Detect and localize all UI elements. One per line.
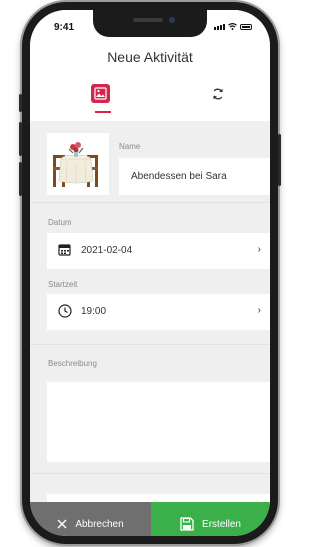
dinner-table-image bbox=[53, 142, 98, 187]
chevron-right-icon: › bbox=[257, 305, 261, 316]
start-time-value: 19:00 bbox=[81, 306, 107, 317]
tab-refresh[interactable] bbox=[198, 84, 238, 114]
name-label: Name bbox=[119, 142, 141, 151]
cancel-button[interactable]: Abbrechen bbox=[30, 502, 151, 536]
volume-up-button bbox=[19, 122, 22, 156]
chevron-right-icon: › bbox=[257, 244, 261, 255]
cancel-label: Abbrechen bbox=[75, 518, 124, 530]
status-time: 9:41 bbox=[54, 22, 75, 33]
image-gallery-icon bbox=[90, 84, 110, 103]
notch bbox=[93, 10, 207, 37]
mute-switch bbox=[19, 94, 22, 112]
name-input[interactable]: Abendessen bei Sara bbox=[119, 158, 270, 195]
date-picker[interactable]: 2021-02-04 › bbox=[47, 233, 270, 269]
divider bbox=[30, 202, 270, 203]
speaker bbox=[133, 18, 163, 22]
page-title: Neue Aktivität bbox=[107, 49, 193, 65]
clock-icon bbox=[58, 304, 72, 318]
volume-down-button bbox=[19, 162, 22, 196]
calendar-icon bbox=[58, 244, 71, 256]
wifi-icon bbox=[228, 23, 237, 30]
signal-icon bbox=[214, 24, 225, 30]
close-icon bbox=[57, 519, 67, 529]
divider bbox=[30, 473, 270, 474]
start-time-label: Startzeit bbox=[48, 280, 78, 289]
save-icon bbox=[180, 517, 194, 531]
description-label: Beschreibung bbox=[48, 359, 97, 368]
battery-icon bbox=[240, 24, 252, 30]
activity-image[interactable] bbox=[47, 133, 109, 195]
date-label: Datum bbox=[48, 218, 72, 227]
tab-gallery[interactable] bbox=[80, 84, 120, 114]
status-icons bbox=[214, 23, 252, 30]
description-input[interactable] bbox=[47, 382, 270, 462]
create-button[interactable]: Erstellen bbox=[151, 502, 270, 536]
date-value: 2021-02-04 bbox=[81, 245, 133, 256]
name-value: Abendessen bei Sara bbox=[131, 171, 227, 182]
phone-frame: 9:41 Neue Aktivität Name Abendessen bei … bbox=[19, 2, 281, 544]
app-screen: 9:41 Neue Aktivität Name Abendessen bei … bbox=[30, 10, 270, 536]
refresh-icon bbox=[213, 88, 223, 100]
power-button bbox=[278, 134, 281, 186]
divider bbox=[30, 344, 270, 345]
start-time-picker[interactable]: 19:00 › bbox=[47, 294, 270, 330]
front-camera bbox=[169, 17, 175, 23]
create-label: Erstellen bbox=[202, 518, 241, 530]
active-tab-indicator bbox=[95, 111, 111, 113]
